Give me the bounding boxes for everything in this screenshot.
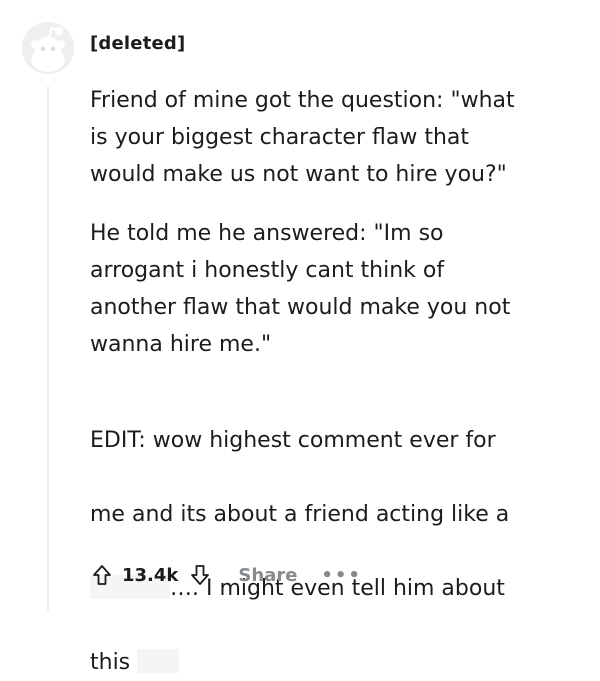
redaction-block (137, 649, 180, 673)
username[interactable]: [deleted] (90, 33, 185, 54)
edit-line-1: EDIT: wow highest comment ever for (90, 428, 496, 453)
comment: [deleted] Friend of mine got the questio… (0, 0, 600, 675)
vote-score: 13.4k (122, 564, 179, 586)
downvote-arrow-icon (191, 565, 210, 585)
downvote-button[interactable] (188, 562, 212, 588)
upvote-button[interactable] (90, 562, 114, 588)
edit-line-4: this (90, 650, 131, 675)
snoo-avatar-icon (22, 22, 74, 74)
avatar[interactable] (22, 22, 74, 74)
more-options-icon[interactable]: ••• (321, 565, 362, 586)
edit-line-2: me and its about a friend acting like a (90, 502, 510, 527)
comment-body: Friend of mine got the question: "what i… (90, 82, 560, 681)
comment-edit-paragraph: EDIT: wow highest comment ever for me an… (90, 385, 560, 681)
comment-paragraph-1: Friend of mine got the question: "what i… (90, 88, 515, 187)
upvote-arrow-icon (93, 565, 111, 585)
comment-paragraph-2: He told me he answered: "Im so arrogant … (90, 221, 511, 357)
comment-actions: 13.4k Share ••• (90, 562, 362, 588)
thread-line[interactable] (47, 86, 49, 611)
share-button[interactable]: Share (238, 565, 297, 586)
